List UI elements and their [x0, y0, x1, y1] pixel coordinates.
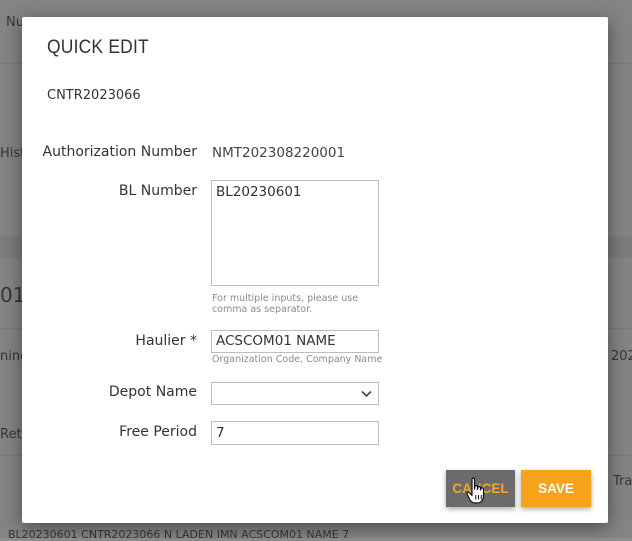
save-button[interactable]: SAVE: [521, 470, 591, 507]
free-period-text: 7: [216, 425, 225, 441]
hand-cursor-icon: [466, 477, 485, 504]
haulier-text: ACSCOM01 NAME: [216, 333, 336, 349]
chevron-down-icon: [361, 390, 372, 398]
haulier-input[interactable]: ACSCOM01 NAME: [211, 330, 379, 353]
bl-number-hint: For multiple inputs, please use comma as…: [212, 293, 359, 315]
bl-number-text: BL20230601: [216, 184, 302, 200]
haulier-hint: Organization Code, Company Name: [212, 354, 383, 365]
authorization-number-label: Authorization Number: [42, 144, 197, 160]
authorization-number-value: NMT202308220001: [212, 145, 346, 161]
dialog-title: QUICK EDIT: [47, 37, 149, 58]
quick-edit-dialog: QUICK EDIT CNTR2023066 Authorization Num…: [22, 17, 608, 523]
free-period-label: Free Period: [119, 424, 197, 440]
free-period-input[interactable]: 7: [211, 421, 379, 445]
haulier-label: Haulier *: [135, 333, 197, 349]
depot-name-label: Depot Name: [108, 384, 197, 400]
bl-number-textarea[interactable]: BL20230601: [211, 180, 379, 286]
depot-name-select[interactable]: [211, 382, 379, 405]
container-number: CNTR2023066: [47, 88, 141, 103]
bl-number-label: BL Number: [118, 183, 197, 199]
